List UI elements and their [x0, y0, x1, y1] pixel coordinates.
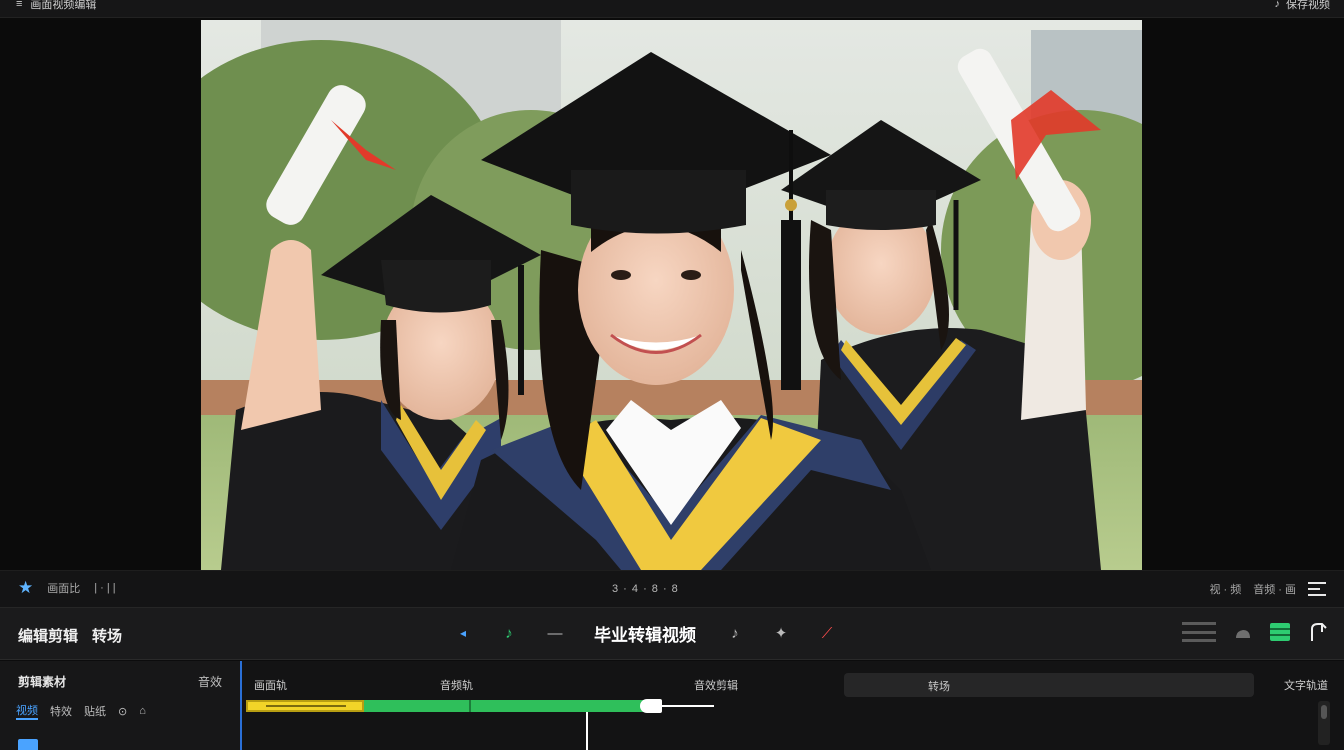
green-clip[interactable] [364, 700, 644, 712]
timeline-main: 画面轨 音频轨 音效剪辑 转场 文字轨道 [244, 661, 1344, 750]
music-note-icon: ♪ [1274, 0, 1281, 10]
app-title: 画面视频编辑 [30, 0, 97, 11]
playback-time: 3 · 4 · 8 · 8 [612, 583, 679, 595]
topbar-right-group[interactable]: ♪ 保存视频 [1275, 0, 1331, 12]
toolbar-right-group [1182, 621, 1330, 643]
green-music-icon[interactable]: ♪ [496, 620, 522, 646]
save-video-label[interactable]: 保存视频 [1286, 0, 1330, 12]
app-title-group: ≡ 画面视频编辑 [16, 0, 96, 12]
tab-stickers[interactable]: 贴纸 [84, 703, 106, 719]
timeline-sidebar: 剪辑素材 音效 视频 特效 贴纸 ⊙ ⌂ [0, 661, 242, 750]
export-icon[interactable] [1308, 621, 1330, 643]
favorite-star-icon[interactable]: ★ [18, 579, 33, 596]
clock-icon[interactable]: ⊙ [118, 705, 127, 718]
clip-tail-line [660, 705, 714, 707]
tracks-icon[interactable] [1182, 622, 1216, 642]
toolbar-left-tabs: 编辑剪辑 转场 [18, 625, 122, 646]
clip-end-handle[interactable] [640, 699, 662, 713]
sidebar-tab-row: 视频 特效 贴纸 ⊙ ⌂ [16, 702, 146, 720]
pointer-icon[interactable]: ◂ [450, 620, 476, 646]
video-preview[interactable] [201, 20, 1142, 570]
player-right-group: 视 · 频 音频 · 画 [1209, 581, 1326, 597]
media-thumb-selected[interactable] [18, 739, 38, 750]
green-toggle-icon[interactable] [1270, 623, 1290, 641]
menu-icon[interactable] [1308, 582, 1326, 596]
track-label-video: 画面轨 [254, 680, 287, 692]
music-note-icon[interactable]: ♪ [722, 620, 748, 646]
player-left-group: ★ 画面比 | · | | [18, 579, 116, 596]
sparkle-icon[interactable]: ✦ [768, 620, 794, 646]
editor-toolbar: 编辑剪辑 转场 ◂ ♪ — 毕业转辑视频 ♪ ✦ ⟋ [0, 608, 1344, 660]
tab-effects[interactable]: 特效 [50, 703, 72, 719]
track-label-sfx: 音效剪辑 [694, 680, 738, 692]
tab-transition[interactable]: 转场 [92, 625, 122, 646]
toolbar-center-group: ◂ ♪ — 毕业转辑视频 ♪ ✦ ⟋ [450, 620, 840, 646]
player-right-label-2[interactable]: 音频 · 画 [1253, 581, 1296, 597]
preview-stage [0, 18, 1344, 570]
aspect-ratio-label[interactable]: 画面比 [47, 580, 80, 596]
player-controls-bar: ★ 画面比 | · | | 3 · 4 · 8 · 8 视 · 频 音频 · 画 [0, 570, 1344, 608]
clip-track [244, 699, 714, 713]
track-label-audio: 音频轨 [440, 680, 473, 692]
home-icon[interactable]: ⌂ [139, 705, 146, 717]
title-bar: ≡ 画面视频编辑 ♪ 保存视频 [0, 0, 1344, 18]
dash-icon[interactable]: — [542, 620, 568, 646]
text-track-label: 文字轨道 [1284, 680, 1328, 692]
vertical-scrollbar[interactable] [1318, 701, 1330, 745]
project-title: 毕业转辑视频 [594, 625, 696, 645]
graduation-photo [201, 20, 1142, 570]
sidebar-header-right[interactable]: 音效 [198, 673, 222, 690]
record-line-icon[interactable]: ⟋ [814, 620, 840, 646]
player-right-label-1[interactable]: 视 · 频 [1209, 581, 1241, 597]
timeline-panel: 剪辑素材 音效 视频 特效 贴纸 ⊙ ⌂ 画面轨 音频轨 音效剪辑 转场 文字轨… [0, 661, 1344, 750]
cloud-icon[interactable] [1234, 624, 1252, 640]
transition-scrubber[interactable]: 转场 [844, 673, 1254, 697]
tab-video[interactable]: 视频 [16, 702, 38, 720]
scrubber-label: 转场 [928, 681, 950, 693]
yellow-clip[interactable] [246, 700, 364, 712]
tab-edit-clip[interactable]: 编辑剪辑 [18, 625, 78, 646]
menu-glyph-icon[interactable]: ≡ [16, 0, 22, 10]
playhead[interactable] [586, 712, 588, 750]
player-left-marks: | · | | [94, 581, 116, 594]
sidebar-header: 剪辑素材 [18, 675, 67, 689]
